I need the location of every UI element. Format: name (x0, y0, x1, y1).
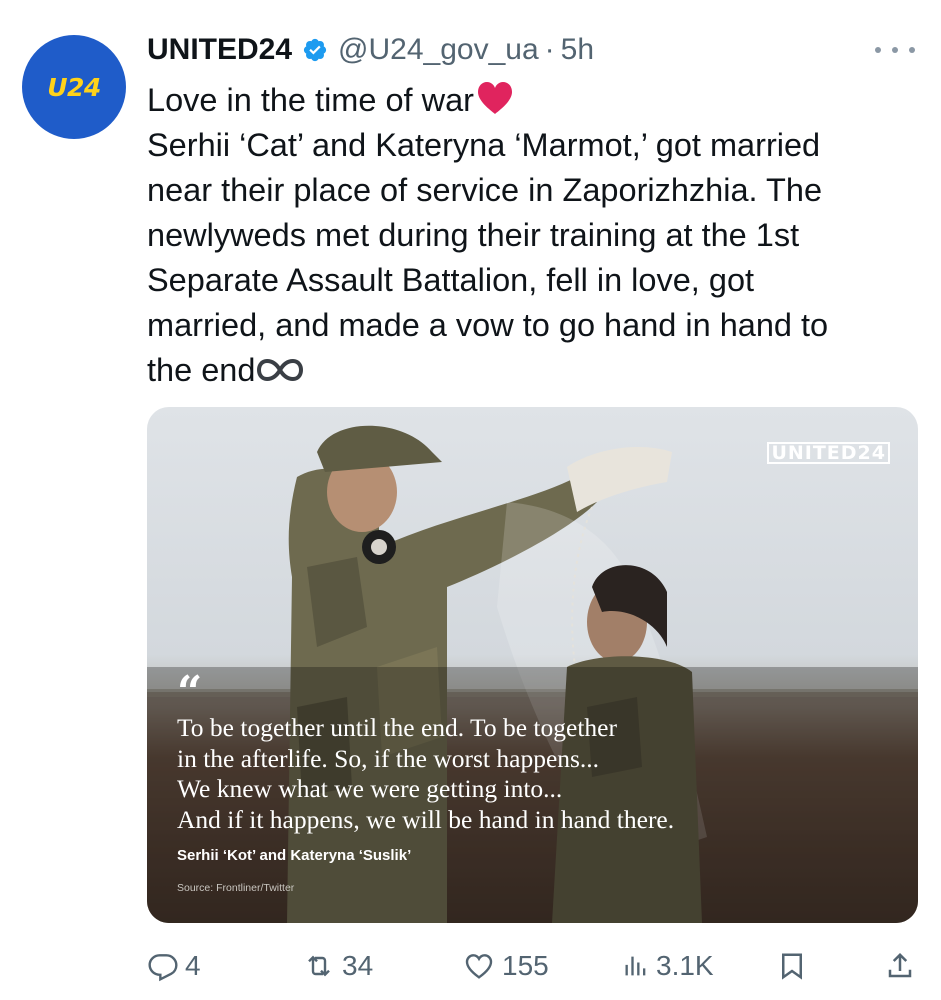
tweet-text: Love in the time of war Serhii ‘Cat’ and… (147, 78, 917, 393)
more-options-icon[interactable] (875, 38, 915, 62)
quote-credit: Serhii ‘Kot’ and Kateryna ‘Suslik’ (177, 847, 412, 864)
tweet-text-line-1: Love in the time of war (147, 78, 917, 123)
tweet-header: UNITED24 @U24_gov_ua · 5h (147, 30, 594, 70)
quote-line-4: And if it happens, we will be hand in ha… (177, 804, 675, 834)
avatar-logo: U24 (47, 72, 101, 102)
tweet-media-photo[interactable]: UNITED24 “ To be together until the end.… (147, 407, 918, 923)
tweet-text-line-6: married, and made a vow to go hand in ha… (147, 307, 829, 343)
photo-illustration (147, 425, 918, 923)
share-icon (888, 952, 912, 978)
tweet-text-line-3: near their place of service in Zaporizhz… (147, 172, 823, 208)
tweet-text-line-4: newlyweds met during their training at t… (147, 217, 800, 253)
repost-button[interactable]: 34 (302, 946, 373, 986)
reply-button[interactable]: 4 (147, 946, 201, 986)
author-display-name[interactable]: UNITED24 (147, 33, 292, 67)
reply-icon (148, 954, 178, 982)
separator-dot: · (544, 33, 555, 66)
bookmark-icon (782, 953, 802, 980)
verified-badge-icon (303, 38, 327, 62)
tweet-actions-bar: 4 34 155 3.1K (147, 946, 917, 986)
share-button[interactable] (885, 946, 915, 986)
like-button[interactable]: 155 (462, 946, 549, 986)
quote-line-3: We knew what we were getting into... (177, 774, 563, 803)
bookmark-button[interactable] (777, 946, 807, 986)
quote-mark: “ (177, 667, 203, 718)
heart-icon (465, 954, 493, 979)
media-quote-text: To be together until the end. To be toge… (177, 713, 897, 835)
tweet-text-line-5: Separate Assault Battalion, fell in love… (147, 262, 755, 298)
quote-line-1: To be together until the end. To be toge… (177, 713, 617, 742)
tweet-text-line-7: the end (147, 348, 917, 393)
infinity-emoji-icon (257, 358, 304, 382)
reply-count: 4 (185, 950, 201, 981)
repost-icon (308, 955, 330, 977)
author-avatar[interactable]: U24 (22, 35, 126, 139)
analytics-bars-icon (625, 956, 646, 976)
tweet-text-line-2: Serhii ‘Cat’ and Kateryna ‘Marmot,’ got … (147, 127, 821, 163)
quote-source: Source: Frontliner/Twitter (177, 882, 295, 894)
tweet-timestamp[interactable]: 5h (561, 33, 594, 67)
author-handle[interactable]: @U24_gov_ua (338, 33, 539, 67)
views-button[interactable]: 3.1K (622, 946, 714, 986)
quote-line-2: in the afterlife. So, if the worst happe… (177, 743, 600, 773)
media-brand-logo: UNITED24 (767, 442, 890, 464)
like-count: 155 (502, 950, 549, 981)
repost-count: 34 (342, 950, 374, 981)
red-heart-emoji-icon (477, 82, 512, 114)
views-count: 3.1K (656, 950, 714, 981)
